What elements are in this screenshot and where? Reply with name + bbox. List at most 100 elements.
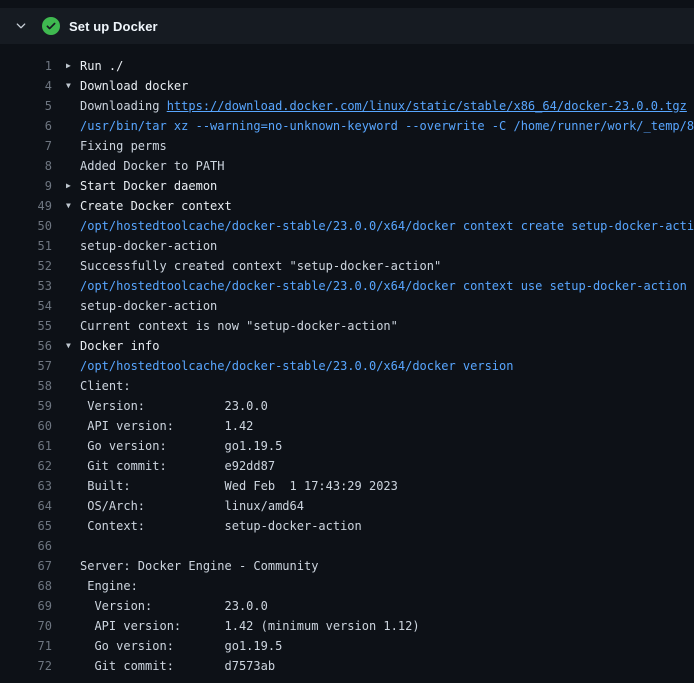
line-number[interactable]: 52 bbox=[0, 256, 52, 276]
log-line: 50 /opt/hostedtoolcache/docker-stable/23… bbox=[0, 216, 694, 236]
log-line: 7 Fixing perms bbox=[0, 136, 694, 156]
expand-group-icon[interactable]: ▶ bbox=[66, 176, 80, 196]
line-number[interactable]: 72 bbox=[0, 656, 52, 676]
group-toggle-icon bbox=[66, 156, 80, 176]
line-number[interactable]: 50 bbox=[0, 216, 52, 236]
line-number[interactable]: 58 bbox=[0, 376, 52, 396]
line-number[interactable]: 7 bbox=[0, 136, 52, 156]
line-number[interactable]: 51 bbox=[0, 236, 52, 256]
group-toggle-icon bbox=[66, 396, 80, 416]
line-number[interactable]: 54 bbox=[0, 296, 52, 316]
collapse-group-icon[interactable]: ▼ bbox=[66, 76, 80, 96]
group-toggle-icon bbox=[66, 256, 80, 276]
line-text: Version: 23.0.0 bbox=[80, 396, 268, 416]
line-number[interactable]: 66 bbox=[0, 536, 52, 556]
group-toggle-icon bbox=[66, 596, 80, 616]
line-text: Git commit: d7573ab bbox=[80, 656, 275, 676]
line-number[interactable]: 71 bbox=[0, 636, 52, 656]
line-text: setup-docker-action bbox=[80, 236, 217, 256]
line-text: setup-docker-action bbox=[80, 296, 217, 316]
line-number[interactable]: 60 bbox=[0, 416, 52, 436]
line-text: Fixing perms bbox=[80, 136, 167, 156]
line-number[interactable]: 4 bbox=[0, 76, 52, 96]
line-text: Current context is now "setup-docker-act… bbox=[80, 316, 398, 336]
group-title[interactable]: Create Docker context bbox=[80, 196, 232, 216]
chevron-down-icon[interactable] bbox=[14, 19, 28, 33]
line-text: Server: Docker Engine - Community bbox=[80, 556, 318, 576]
group-toggle-icon bbox=[66, 476, 80, 496]
line-number[interactable]: 68 bbox=[0, 576, 52, 596]
log-line: 8 Added Docker to PATH bbox=[0, 156, 694, 176]
line-text: Engine: bbox=[80, 576, 138, 596]
line-text: Version: 23.0.0 bbox=[80, 596, 268, 616]
group-title[interactable]: Docker info bbox=[80, 336, 159, 356]
line-number[interactable]: 67 bbox=[0, 556, 52, 576]
log-line: 60 API version: 1.42 bbox=[0, 416, 694, 436]
group-toggle-icon bbox=[66, 536, 80, 556]
group-title[interactable]: Download docker bbox=[80, 76, 188, 96]
log-line: 68 Engine: bbox=[0, 576, 694, 596]
line-number[interactable]: 70 bbox=[0, 616, 52, 636]
line-text: Context: setup-docker-action bbox=[80, 516, 362, 536]
line-number[interactable]: 56 bbox=[0, 336, 52, 356]
line-number[interactable]: 49 bbox=[0, 196, 52, 216]
line-number[interactable]: 64 bbox=[0, 496, 52, 516]
group-toggle-icon bbox=[66, 296, 80, 316]
log-line: 1 ▶ Run ./ bbox=[0, 56, 694, 76]
step-header[interactable]: Set up Docker bbox=[0, 8, 694, 44]
log-line: 56 ▼ Docker info bbox=[0, 336, 694, 356]
log-line: 51 setup-docker-action bbox=[0, 236, 694, 256]
log-line: 64 OS/Arch: linux/amd64 bbox=[0, 496, 694, 516]
line-number[interactable]: 53 bbox=[0, 276, 52, 296]
line-number[interactable]: 69 bbox=[0, 596, 52, 616]
group-toggle-icon bbox=[66, 616, 80, 636]
log-line: 72 Git commit: d7573ab bbox=[0, 656, 694, 676]
line-text: Client: bbox=[80, 376, 131, 396]
log-line: 59 Version: 23.0.0 bbox=[0, 396, 694, 416]
step-title: Set up Docker bbox=[69, 19, 158, 34]
log-line: 58 Client: bbox=[0, 376, 694, 396]
line-text: OS/Arch: linux/amd64 bbox=[80, 496, 304, 516]
log-line: 65 Context: setup-docker-action bbox=[0, 516, 694, 536]
log-container: 1 ▶ Run ./ 4 ▼ Download docker 5 Downloa… bbox=[0, 44, 694, 683]
log-line: 52 Successfully created context "setup-d… bbox=[0, 256, 694, 276]
line-number[interactable]: 6 bbox=[0, 116, 52, 136]
log-link[interactable]: https://download.docker.com/linux/static… bbox=[167, 99, 687, 113]
line-number[interactable]: 61 bbox=[0, 436, 52, 456]
log-line: 61 Go version: go1.19.5 bbox=[0, 436, 694, 456]
group-toggle-icon bbox=[66, 436, 80, 456]
group-toggle-icon bbox=[66, 516, 80, 536]
line-text: Built: Wed Feb 1 17:43:29 2023 bbox=[80, 476, 398, 496]
log-line: 6 /usr/bin/tar xz --warning=no-unknown-k… bbox=[0, 116, 694, 136]
log-line: 55 Current context is now "setup-docker-… bbox=[0, 316, 694, 336]
collapse-group-icon[interactable]: ▼ bbox=[66, 336, 80, 356]
line-number[interactable]: 1 bbox=[0, 56, 52, 76]
line-text-prefix: Downloading bbox=[80, 99, 167, 113]
command-text: /opt/hostedtoolcache/docker-stable/23.0.… bbox=[80, 276, 687, 296]
line-number[interactable]: 5 bbox=[0, 96, 52, 116]
log-line: 57 /opt/hostedtoolcache/docker-stable/23… bbox=[0, 356, 694, 376]
line-text: Go version: go1.19.5 bbox=[80, 436, 282, 456]
group-title[interactable]: Start Docker daemon bbox=[80, 176, 217, 196]
group-toggle-icon bbox=[66, 96, 80, 116]
group-toggle-icon bbox=[66, 356, 80, 376]
collapse-group-icon[interactable]: ▼ bbox=[66, 196, 80, 216]
command-text: /opt/hostedtoolcache/docker-stable/23.0.… bbox=[80, 356, 513, 376]
expand-group-icon[interactable]: ▶ bbox=[66, 56, 80, 76]
line-number[interactable]: 62 bbox=[0, 456, 52, 476]
log-line: 62 Git commit: e92dd87 bbox=[0, 456, 694, 476]
log-line: 54 setup-docker-action bbox=[0, 296, 694, 316]
line-number[interactable]: 9 bbox=[0, 176, 52, 196]
group-title[interactable]: Run ./ bbox=[80, 56, 123, 76]
line-number[interactable]: 63 bbox=[0, 476, 52, 496]
group-toggle-icon bbox=[66, 316, 80, 336]
group-toggle-icon bbox=[66, 216, 80, 236]
line-number[interactable]: 55 bbox=[0, 316, 52, 336]
line-number[interactable]: 59 bbox=[0, 396, 52, 416]
group-toggle-icon bbox=[66, 116, 80, 136]
line-number[interactable]: 8 bbox=[0, 156, 52, 176]
line-number[interactable]: 57 bbox=[0, 356, 52, 376]
line-number[interactable]: 65 bbox=[0, 516, 52, 536]
log-line: 63 Built: Wed Feb 1 17:43:29 2023 bbox=[0, 476, 694, 496]
log-line: 49 ▼ Create Docker context bbox=[0, 196, 694, 216]
